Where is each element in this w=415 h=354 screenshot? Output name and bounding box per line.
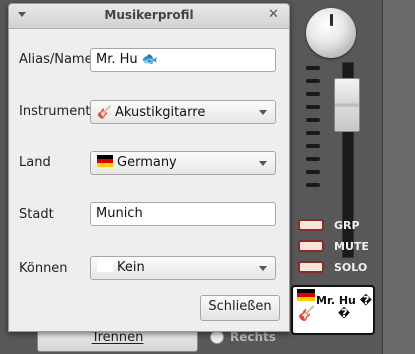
country-select[interactable]: Germany	[90, 151, 276, 175]
mute-led	[298, 240, 324, 252]
dialog-title: Musikerprofil	[104, 8, 194, 22]
level-tick	[306, 157, 320, 161]
pan-right-label: Rechts	[230, 330, 276, 344]
mute-label: MUTE	[334, 239, 369, 253]
level-tick	[306, 105, 320, 109]
solo-button[interactable]: SOLO	[298, 260, 367, 274]
level-tick	[306, 66, 320, 70]
instrument-select[interactable]: 🎸 Akustikgitarre	[90, 100, 276, 124]
chevron-down-icon	[259, 266, 267, 271]
mute-button[interactable]: MUTE	[298, 239, 369, 253]
musician-name-label: Mr. Hu � �	[316, 294, 372, 320]
instrument-value: Akustikgitarre	[114, 105, 206, 120]
germany-flag-icon	[297, 289, 315, 301]
city-value: Munich	[96, 206, 143, 221]
skill-label: Können	[19, 261, 68, 276]
close-button[interactable]: Schließen	[200, 295, 280, 321]
grp-led	[298, 219, 324, 231]
alias-label: Alias/Name	[19, 52, 93, 67]
guitar-icon: 🎸	[298, 306, 316, 322]
solo-label: SOLO	[334, 260, 368, 274]
chevron-down-icon	[259, 110, 267, 115]
pan-knob-indicator	[330, 14, 333, 26]
dialog-titlebar[interactable]: Musikerprofil ✕	[9, 4, 289, 29]
radio-circle	[210, 330, 224, 344]
skill-select[interactable]: Kein	[90, 256, 276, 280]
solo-led	[298, 261, 324, 273]
city-input[interactable]: Munich	[90, 202, 276, 226]
level-tick	[306, 92, 320, 96]
close-button-label: Schließen	[208, 299, 272, 314]
country-value: Germany	[117, 155, 177, 170]
pan-right-radio[interactable]: Rechts	[210, 330, 276, 344]
close-icon[interactable]: ✕	[268, 7, 279, 22]
level-tick	[306, 170, 320, 174]
alias-value: Mr. Hu 🐟	[96, 52, 158, 67]
alias-input[interactable]: Mr. Hu 🐟	[90, 48, 276, 72]
skill-value: Kein	[117, 260, 145, 275]
level-tick	[306, 118, 320, 122]
musician-profile-dialog: Musikerprofil ✕ Alias/Name Mr. Hu 🐟 Inst…	[8, 3, 290, 332]
skill-icon	[97, 260, 113, 272]
grp-button[interactable]: GRP	[298, 218, 360, 232]
city-label: Stadt	[19, 207, 54, 222]
grp-label: GRP	[334, 218, 360, 232]
next-channel-strip	[382, 0, 415, 354]
level-tick	[306, 79, 320, 83]
instrument-label: Instrument	[19, 104, 91, 119]
disconnect-button-label: Trennen	[91, 330, 144, 345]
germany-flag-icon	[97, 155, 113, 167]
volume-fader-handle[interactable]	[334, 78, 360, 132]
level-tick	[306, 131, 320, 135]
country-label: Land	[19, 155, 51, 170]
guitar-icon: 🎸	[97, 105, 112, 119]
chevron-down-icon	[259, 161, 267, 166]
level-tick	[306, 144, 320, 148]
level-tick	[306, 183, 320, 187]
